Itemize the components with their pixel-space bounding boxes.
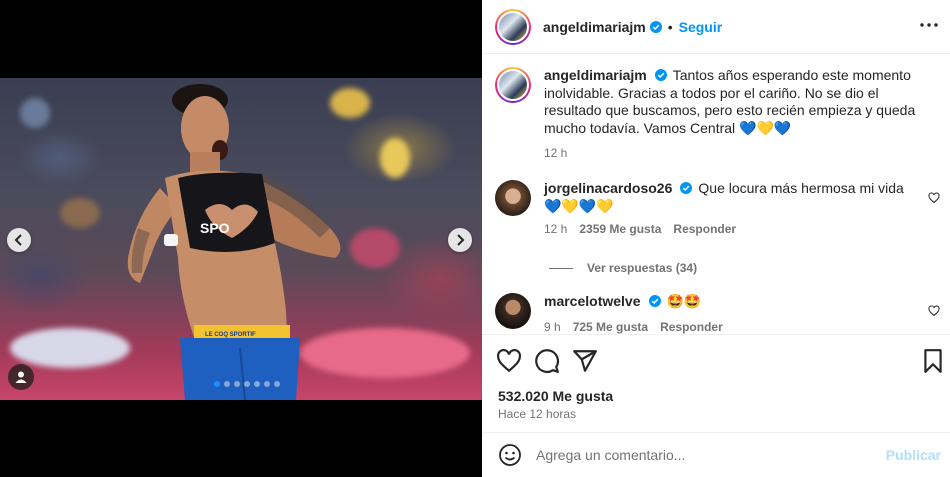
verified-badge-icon bbox=[649, 20, 662, 33]
view-replies-label: Ver respuestas (34) bbox=[587, 261, 698, 275]
post-header: angeldimariajm • Seguir bbox=[482, 0, 950, 54]
carousel-dot bbox=[254, 381, 260, 387]
carousel-dot bbox=[264, 381, 270, 387]
comment-time[interactable]: 12 h bbox=[544, 221, 567, 239]
carousel-indicator bbox=[214, 381, 280, 387]
like-comment-heart-icon[interactable] bbox=[928, 192, 940, 204]
like-comment-heart-icon[interactable] bbox=[928, 305, 940, 317]
chevron-left-icon bbox=[14, 234, 22, 246]
media-pane: SPO LE COQ SPORTIF bbox=[0, 0, 482, 477]
carousel-dot bbox=[214, 381, 220, 387]
player-figure: SPO LE COQ SPORTIF bbox=[127, 84, 341, 400]
follow-button[interactable]: Seguir bbox=[679, 19, 723, 35]
carousel-dot bbox=[234, 381, 240, 387]
comment-item: jorgelinacardoso26 Que locura más hermosa… bbox=[495, 180, 924, 239]
caption-avatar[interactable] bbox=[495, 67, 531, 103]
like-count[interactable]: 532.020 Me gusta bbox=[498, 388, 613, 404]
caption-username[interactable]: angeldimariajm bbox=[544, 67, 647, 83]
bookmark-icon[interactable] bbox=[920, 348, 946, 374]
comment-time[interactable]: 9 h bbox=[544, 319, 561, 336]
commenter-avatar[interactable] bbox=[495, 180, 531, 216]
caption-time[interactable]: 12 h bbox=[544, 145, 567, 163]
commenter-username[interactable]: jorgelinacardoso26 bbox=[544, 180, 672, 196]
commenter-username[interactable]: marcelotwelve bbox=[544, 293, 641, 309]
reply-button[interactable]: Responder bbox=[660, 319, 723, 336]
comment-emojis: 💙💛💙💛 bbox=[544, 197, 614, 214]
separator-dot: • bbox=[667, 18, 673, 35]
caption: angeldimariajm Tantos años esperando este… bbox=[495, 67, 924, 163]
user-tags-button[interactable] bbox=[8, 364, 34, 390]
post-actions: 532.020 Me gusta Hace 12 horas bbox=[482, 334, 950, 432]
heart-icon[interactable] bbox=[496, 348, 522, 374]
comment-input[interactable] bbox=[536, 447, 866, 463]
verified-badge-icon bbox=[680, 182, 693, 194]
comment-item: marcelotwelve 🤩🤩 9 h 725 Me gusta Respond… bbox=[495, 293, 924, 335]
carousel-dot bbox=[274, 381, 280, 387]
post-timestamp[interactable]: Hace 12 horas bbox=[498, 407, 576, 421]
more-options-icon bbox=[920, 23, 938, 27]
view-replies-button[interactable]: Ver respuestas (34) bbox=[549, 261, 697, 275]
verified-badge-icon bbox=[648, 295, 661, 307]
comment-text: Que locura más hermosa mi vida bbox=[698, 180, 904, 196]
verified-badge-icon bbox=[654, 69, 667, 81]
comment-like-count[interactable]: 2359 Me gusta bbox=[579, 221, 661, 239]
shorts-brand-text: LE COQ SPORTIF bbox=[205, 332, 256, 338]
comments-list: angeldimariajm Tantos años esperando este… bbox=[482, 55, 950, 335]
previous-media-button[interactable] bbox=[7, 228, 31, 252]
comment-like-count[interactable]: 725 Me gusta bbox=[573, 319, 648, 336]
carousel-dot bbox=[224, 381, 230, 387]
reply-button[interactable]: Responder bbox=[673, 221, 736, 239]
carousel-dot bbox=[244, 381, 250, 387]
chevron-right-icon bbox=[457, 234, 465, 246]
user-tag-icon bbox=[15, 371, 27, 383]
publish-button[interactable]: Publicar bbox=[886, 447, 941, 463]
next-media-button[interactable] bbox=[448, 228, 472, 252]
post-details-panel: angeldimariajm • Seguir angeldimariajm Ta… bbox=[482, 0, 950, 477]
comment-text: 🤩🤩 bbox=[666, 293, 702, 309]
more-options-button[interactable] bbox=[920, 16, 938, 34]
author-username[interactable]: angeldimariajm bbox=[543, 19, 646, 35]
comment-composer: Publicar bbox=[482, 432, 950, 477]
author-avatar[interactable] bbox=[495, 8, 531, 45]
emoji-icon[interactable] bbox=[498, 443, 522, 467]
share-icon[interactable] bbox=[572, 348, 598, 374]
jersey-text: SPO bbox=[200, 220, 230, 236]
post-photo: SPO LE COQ SPORTIF bbox=[0, 78, 482, 400]
commenter-avatar[interactable] bbox=[495, 293, 531, 329]
comment-icon[interactable] bbox=[534, 348, 560, 374]
